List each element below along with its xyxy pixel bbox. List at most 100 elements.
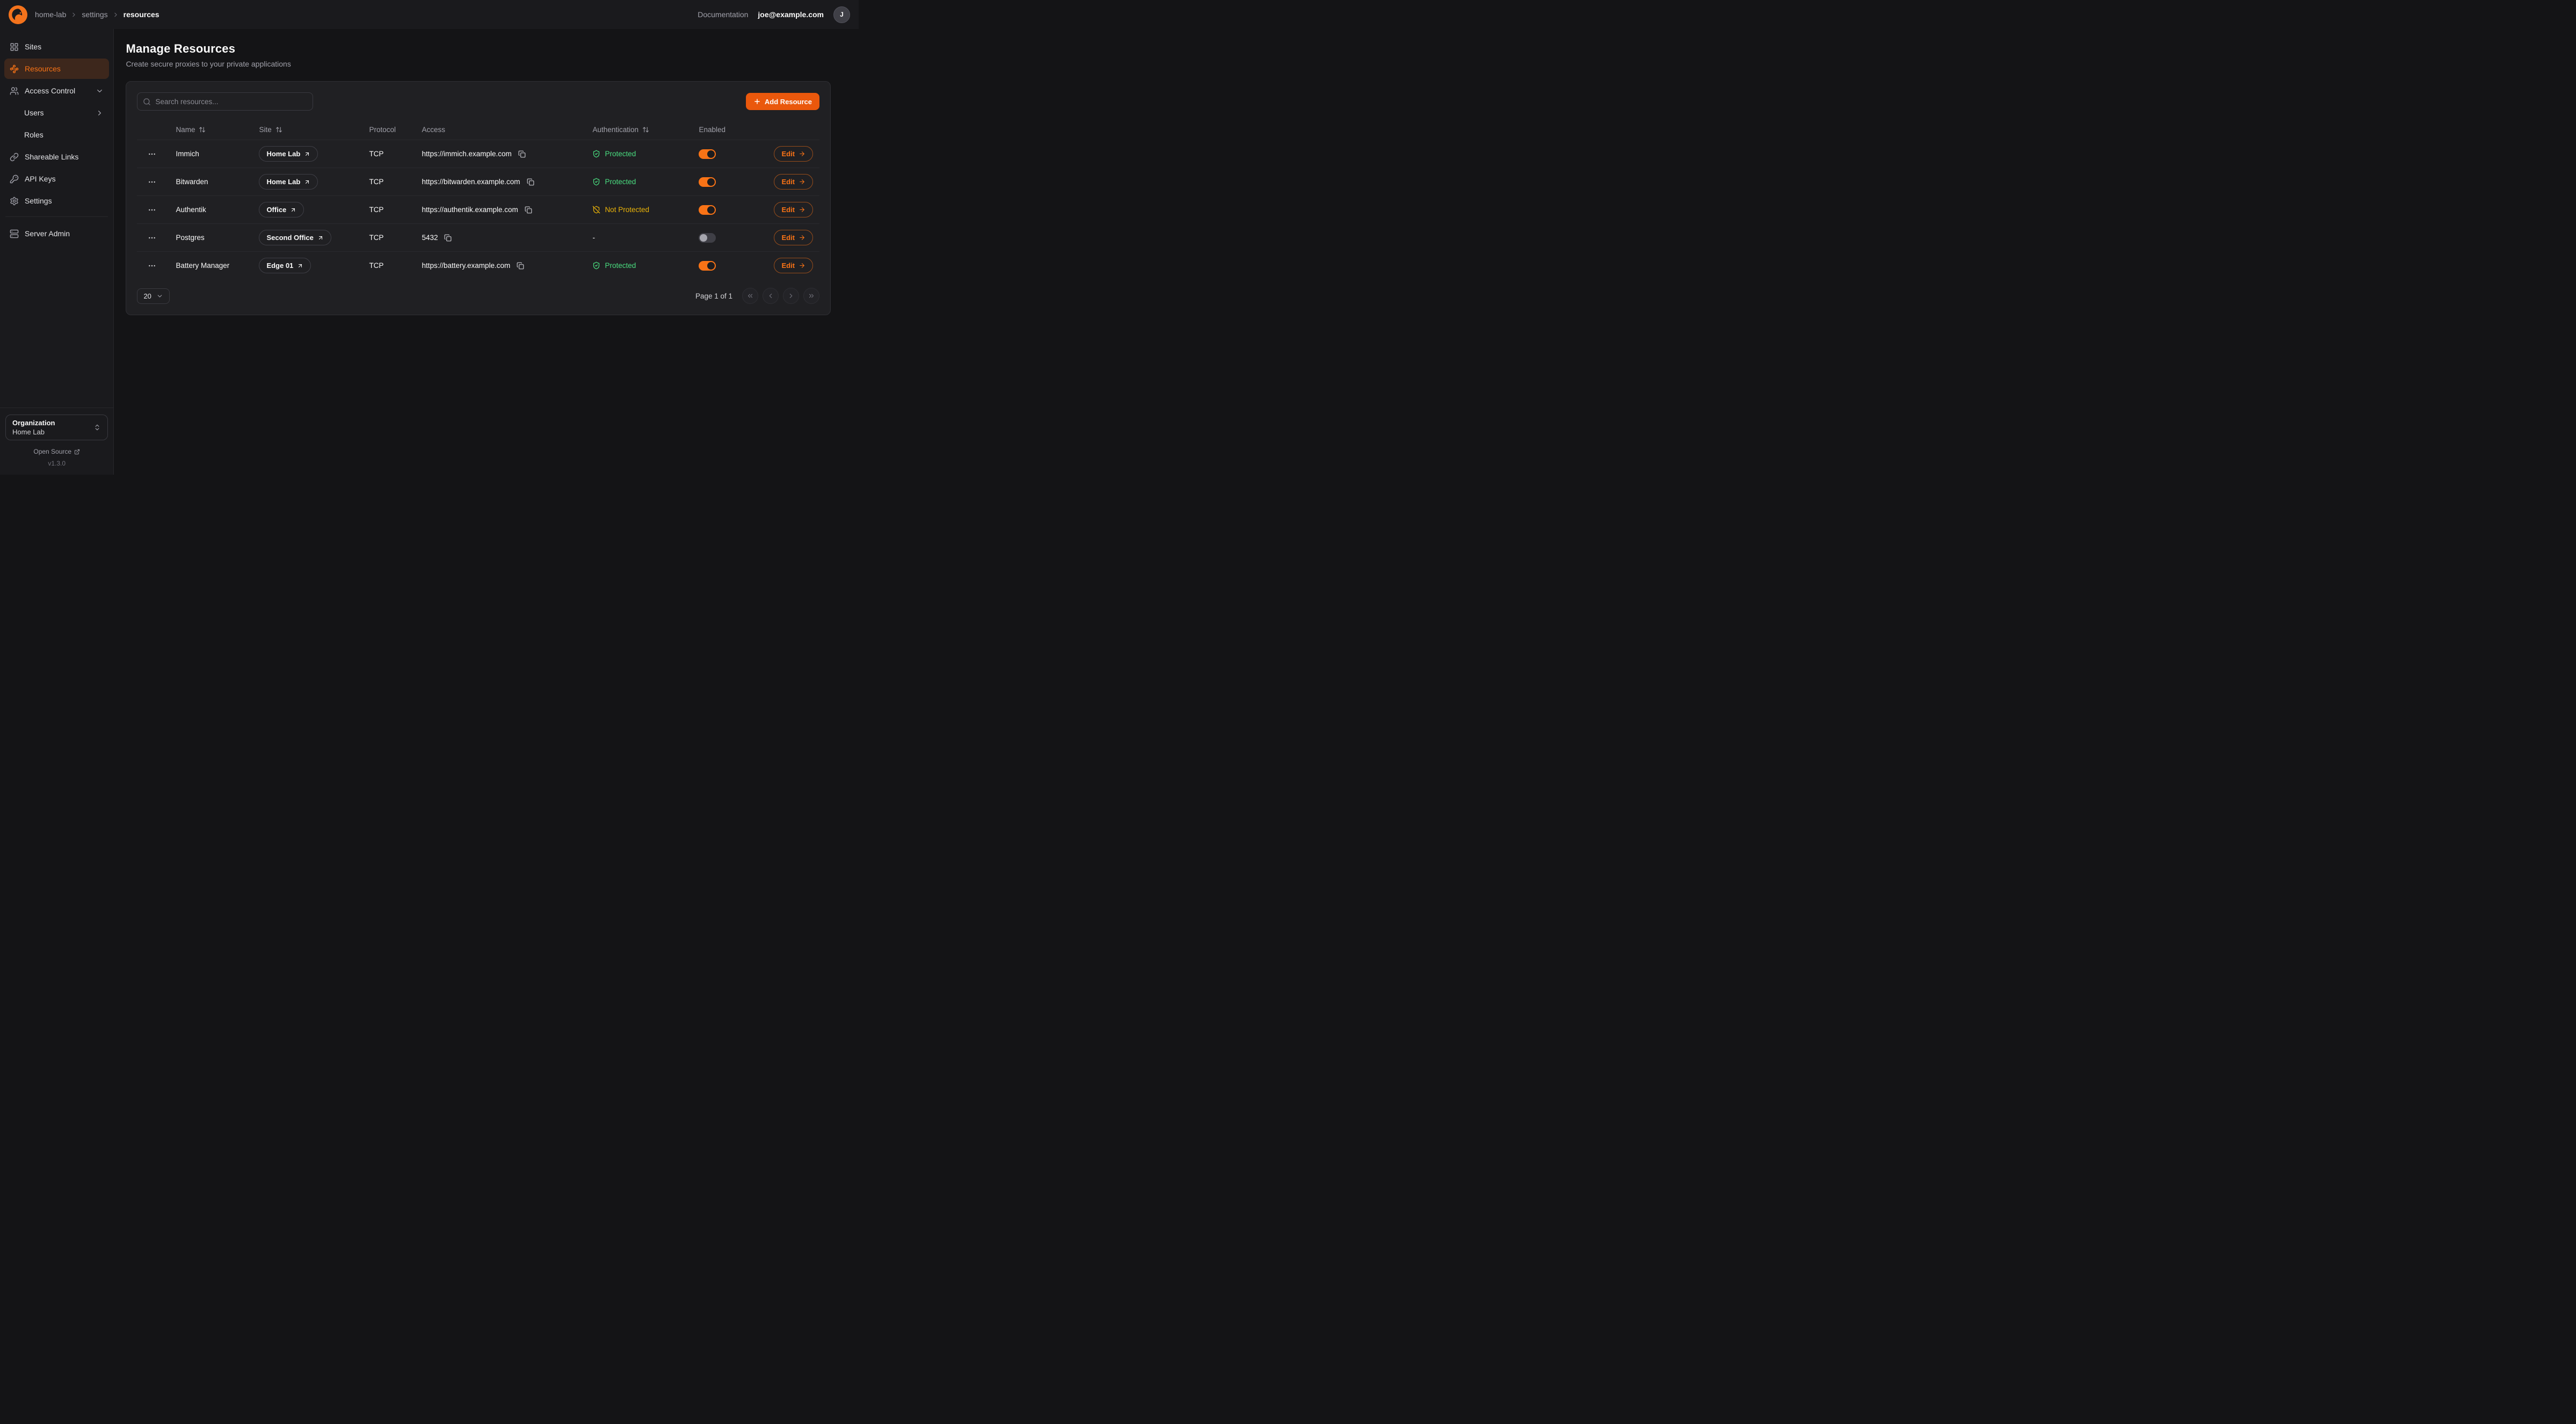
external-link-icon	[74, 449, 80, 455]
search-input[interactable]	[155, 98, 307, 106]
sidebar-item-roles[interactable]: Roles	[4, 125, 109, 145]
copy-icon[interactable]	[525, 177, 536, 187]
edit-button[interactable]: Edit	[774, 258, 813, 273]
edit-button[interactable]: Edit	[774, 202, 813, 217]
table-row: BitwardenHome LabTCPhttps://bitwarden.ex…	[137, 168, 819, 195]
site-name: Home Lab	[266, 150, 300, 158]
row-menu-button[interactable]	[144, 175, 159, 190]
site-link-button[interactable]: Home Lab	[259, 146, 318, 162]
ellipsis-icon	[148, 234, 156, 242]
shield-check-icon	[592, 261, 600, 270]
app-logo-icon[interactable]	[9, 5, 27, 24]
copy-icon[interactable]	[442, 233, 453, 243]
edit-label: Edit	[781, 178, 795, 186]
edit-button[interactable]: Edit	[774, 146, 813, 162]
site-link-button[interactable]: Office	[259, 202, 304, 217]
site-link-button[interactable]: Second Office	[259, 230, 331, 245]
site-link-button[interactable]: Edge 01	[259, 258, 311, 273]
app-version: v1.3.0	[5, 460, 108, 467]
chevron-down-icon	[96, 87, 104, 95]
first-page-button[interactable]	[742, 288, 758, 304]
row-menu-button[interactable]	[144, 147, 159, 162]
breadcrumb-settings[interactable]: settings	[82, 10, 107, 19]
user-email[interactable]: joe@example.com	[758, 10, 824, 19]
ellipsis-icon	[148, 261, 156, 270]
header-authentication[interactable]: Authentication	[584, 126, 690, 134]
breadcrumb-separator-icon	[112, 11, 119, 18]
server-icon	[10, 229, 19, 238]
resource-name: Authentik	[167, 206, 250, 214]
resource-name: Battery Manager	[167, 261, 250, 270]
sidebar-nav: Sites Resources Access Control User	[0, 29, 113, 408]
sidebar-item-api-keys[interactable]: API Keys	[4, 169, 109, 189]
enabled-toggle[interactable]	[699, 261, 716, 271]
sidebar-divider	[5, 216, 108, 217]
sort-icon	[275, 126, 282, 133]
copy-icon[interactable]	[523, 205, 534, 215]
site-link-button[interactable]: Home Lab	[259, 174, 318, 190]
breadcrumb-resources: resources	[124, 10, 159, 19]
toggle-knob	[707, 206, 715, 214]
header-site[interactable]: Site	[250, 126, 360, 134]
sidebar-item-label: Shareable Links	[25, 152, 78, 161]
row-menu-button[interactable]	[144, 258, 159, 273]
access-value: https://bitwarden.example.com	[422, 178, 520, 186]
prev-page-button[interactable]	[763, 288, 779, 304]
next-page-button[interactable]	[783, 288, 799, 304]
auth-status: Protected	[605, 261, 636, 270]
sidebar-footer: Organization Home Lab Open Source v1.3.0	[0, 408, 113, 475]
edit-button[interactable]: Edit	[774, 174, 813, 190]
header-name[interactable]: Name	[167, 126, 250, 134]
copy-icon[interactable]	[515, 260, 526, 271]
page-info: Page 1 of 1	[695, 292, 732, 300]
sidebar-item-sites[interactable]: Sites	[4, 37, 109, 57]
page-subtitle: Create secure proxies to your private ap…	[126, 60, 831, 68]
copy-icon[interactable]	[517, 149, 527, 159]
main-content: Manage Resources Create secure proxies t…	[114, 29, 859, 475]
sidebar-item-shareable-links[interactable]: Shareable Links	[4, 147, 109, 167]
sidebar-item-settings[interactable]: Settings	[4, 191, 109, 211]
shield-check-icon	[592, 178, 600, 186]
site-name: Home Lab	[266, 178, 300, 186]
add-resource-label: Add Resource	[765, 98, 812, 106]
header-access: Access	[413, 126, 584, 134]
open-source-link[interactable]: Open Source	[5, 448, 108, 455]
header-enabled: Enabled	[690, 126, 765, 134]
enabled-toggle[interactable]	[699, 205, 716, 215]
auth-status: Protected	[605, 150, 636, 158]
search-box	[137, 92, 313, 111]
row-menu-button[interactable]	[144, 202, 159, 217]
row-menu-button[interactable]	[144, 230, 159, 245]
resources-table: Name Site Protocol Access Authenticati	[137, 119, 819, 279]
sort-icon	[642, 126, 649, 133]
edit-button[interactable]: Edit	[774, 230, 813, 245]
sidebar-item-access-control[interactable]: Access Control	[4, 81, 109, 101]
enabled-toggle[interactable]	[699, 177, 716, 187]
site-name: Office	[266, 206, 286, 214]
add-resource-button[interactable]: Add Resource	[746, 93, 819, 110]
sidebar: Sites Resources Access Control User	[0, 29, 114, 475]
protocol-value: TCP	[360, 234, 413, 242]
sidebar-item-server-admin[interactable]: Server Admin	[4, 223, 109, 244]
enabled-toggle[interactable]	[699, 233, 716, 243]
chevron-right-icon	[96, 109, 104, 117]
edit-label: Edit	[781, 261, 795, 270]
organization-selector[interactable]: Organization Home Lab	[5, 415, 108, 440]
sidebar-item-label: API Keys	[25, 175, 56, 183]
table-row: ImmichHome LabTCPhttps://immich.example.…	[137, 140, 819, 168]
access-value: https://immich.example.com	[422, 150, 511, 158]
sidebar-item-resources[interactable]: Resources	[4, 59, 109, 79]
breadcrumb-home-lab[interactable]: home-lab	[35, 10, 66, 19]
last-page-button[interactable]	[803, 288, 819, 304]
enabled-toggle[interactable]	[699, 149, 716, 159]
toggle-knob	[707, 262, 715, 270]
edit-label: Edit	[781, 150, 795, 158]
avatar[interactable]: J	[833, 6, 850, 23]
sidebar-item-users[interactable]: Users	[4, 103, 109, 123]
pager: Page 1 of 1	[695, 288, 819, 304]
header-protocol: Protocol	[360, 126, 413, 134]
page-size-select[interactable]: 20	[137, 288, 169, 304]
resource-name: Bitwarden	[167, 178, 250, 186]
key-icon	[10, 175, 19, 184]
documentation-link[interactable]: Documentation	[698, 10, 748, 19]
